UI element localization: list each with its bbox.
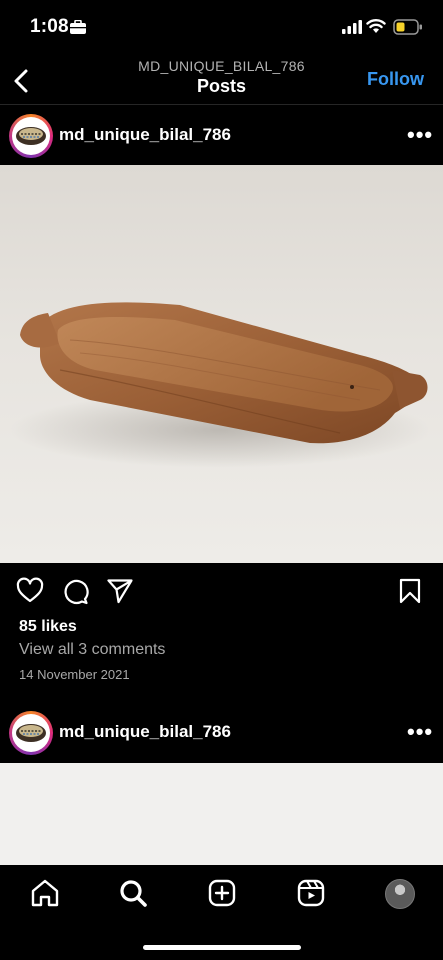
likes-count[interactable]: 85 likes xyxy=(19,618,77,636)
home-icon[interactable] xyxy=(30,878,60,908)
bowl-avatar-image xyxy=(12,117,50,155)
post-photo[interactable] xyxy=(0,763,443,865)
avatar[interactable] xyxy=(9,711,53,755)
comment-icon[interactable] xyxy=(61,577,89,605)
create-icon[interactable] xyxy=(207,878,237,908)
heart-icon[interactable] xyxy=(16,577,44,605)
post-username[interactable]: md_unique_bilal_786 xyxy=(59,722,231,742)
wifi-icon xyxy=(366,19,386,33)
signal-icon xyxy=(342,20,362,34)
post-photo[interactable] xyxy=(0,165,443,563)
view-comments-link[interactable]: View all 3 comments xyxy=(19,641,165,659)
status-bar: 1:08 xyxy=(0,0,443,56)
more-options-icon[interactable]: ••• xyxy=(407,719,433,745)
home-indicator xyxy=(143,945,301,950)
profile-avatar-icon[interactable] xyxy=(385,879,415,909)
briefcase-icon xyxy=(70,20,86,34)
avatar[interactable] xyxy=(9,114,53,158)
header-divider xyxy=(0,104,443,105)
search-icon[interactable] xyxy=(118,878,148,908)
bowl-avatar-image xyxy=(12,714,50,752)
post-date: 14 November 2021 xyxy=(19,667,130,682)
reels-icon[interactable] xyxy=(296,878,326,908)
follow-button[interactable]: Follow xyxy=(367,69,424,90)
share-icon[interactable] xyxy=(106,577,134,605)
more-options-icon[interactable]: ••• xyxy=(407,122,433,148)
status-time: 1:08 xyxy=(30,16,69,37)
bookmark-icon[interactable] xyxy=(397,577,423,605)
battery-icon xyxy=(393,19,422,35)
wooden-tray-image xyxy=(10,302,430,468)
post-username[interactable]: md_unique_bilal_786 xyxy=(59,125,231,145)
